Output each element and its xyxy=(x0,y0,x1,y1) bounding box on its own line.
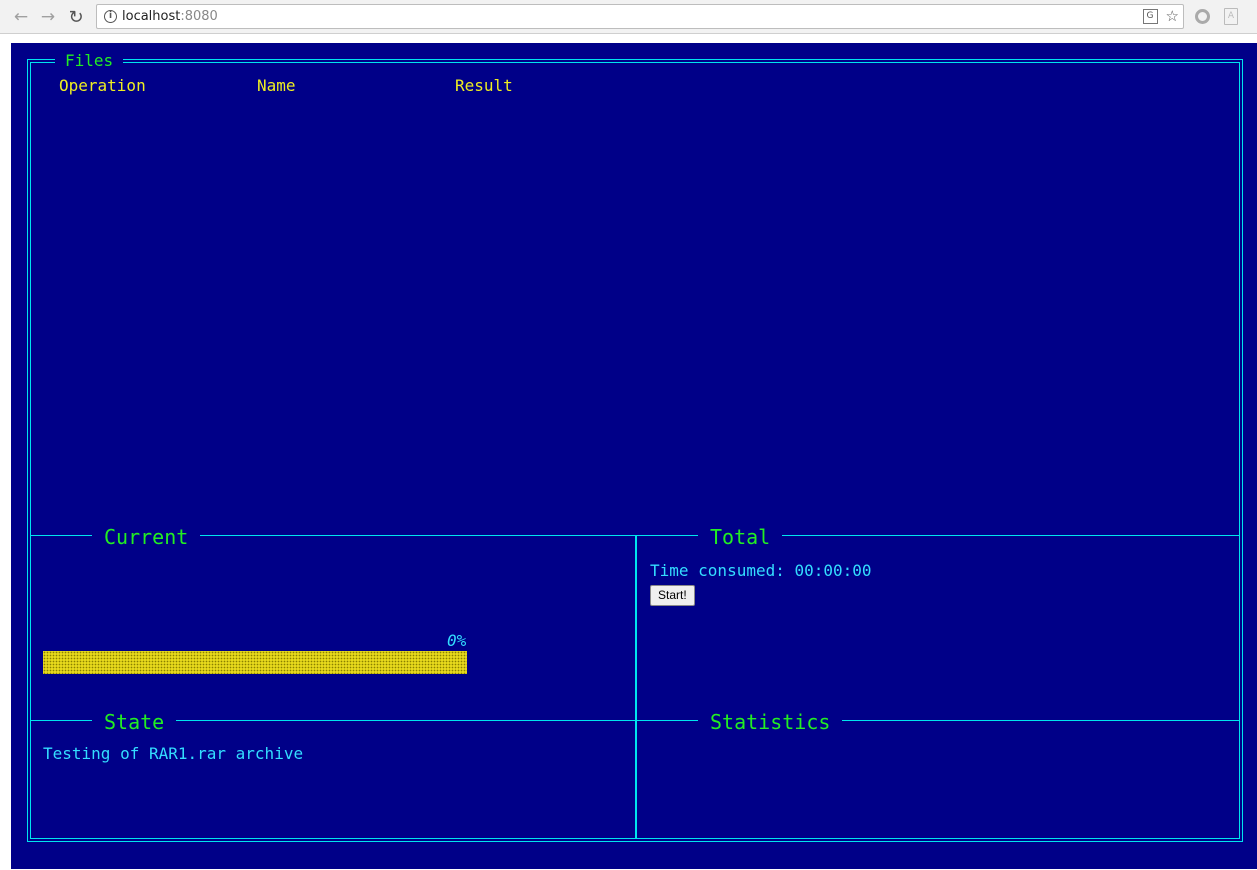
bookmark-star-icon[interactable]: ☆ xyxy=(1166,7,1179,25)
back-arrow-icon[interactable]: ← xyxy=(9,5,33,29)
time-consumed-value: 00:00:00 xyxy=(794,561,872,580)
url-host: localhost xyxy=(122,9,181,24)
divider-vertical xyxy=(635,535,637,839)
browser-toolbar: ← → ↻ i localhost:8080 G ☆ A xyxy=(0,0,1257,34)
files-list xyxy=(43,98,1233,528)
app-screen: Files Operation Name Result Current 0% T… xyxy=(11,43,1257,869)
reload-icon[interactable]: ↻ xyxy=(64,5,88,29)
statistics-panel-title: Statistics xyxy=(698,712,843,732)
address-bar[interactable]: i localhost:8080 G ☆ xyxy=(96,4,1184,29)
progress-percent: 0% xyxy=(447,631,467,650)
info-icon[interactable]: i xyxy=(104,10,117,23)
files-panel-title: Files xyxy=(55,53,124,69)
start-button[interactable]: Start! xyxy=(650,585,695,606)
time-consumed-label: Time consumed: xyxy=(650,561,785,580)
total-panel-title: Total xyxy=(698,527,783,547)
time-consumed: Time consumed: 00:00:00 xyxy=(650,561,872,580)
progress-bar xyxy=(43,651,467,674)
column-header-result: Result xyxy=(455,76,513,95)
pdf-extension-icon[interactable]: A xyxy=(1222,7,1240,25)
column-header-name: Name xyxy=(257,76,296,95)
state-message: Testing of RAR1.rar archive xyxy=(43,744,304,763)
translate-icon[interactable]: G xyxy=(1142,9,1158,24)
current-panel-title: Current xyxy=(92,527,201,547)
extension-circle-icon[interactable] xyxy=(1193,7,1211,25)
forward-arrow-icon[interactable]: → xyxy=(36,5,60,29)
state-panel-title: State xyxy=(92,712,177,732)
url-text[interactable]: localhost:8080 xyxy=(122,9,218,24)
url-port: :8080 xyxy=(180,9,218,24)
column-header-operation: Operation xyxy=(59,76,146,95)
